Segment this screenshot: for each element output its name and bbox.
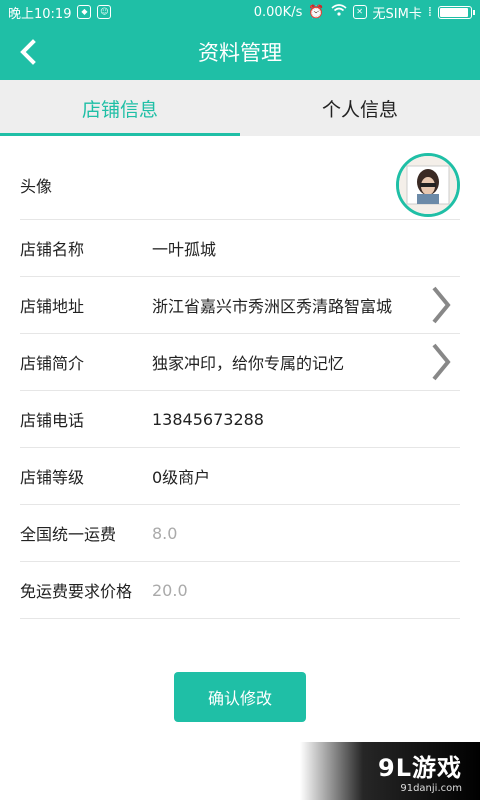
avatar[interactable] (396, 153, 460, 217)
chevron-right-icon[interactable] (430, 285, 452, 325)
sim-status: 无SIM卡 (372, 6, 422, 22)
page-title: 资料管理 (198, 41, 282, 65)
watermark-site: 91danji.com (400, 783, 462, 794)
form-row-free-shipping-threshold[interactable]: 免运费要求价格 20.0 (20, 562, 460, 619)
android-icon: ☺ (97, 5, 112, 19)
field-label: 店铺名称 (20, 240, 85, 259)
tab-label: 店铺信息 (81, 98, 158, 121)
status-bar: 晚上10:19 ◆ ☺ 0.00K/s ⏰ ✕ 无SIM卡 ⁞ (0, 0, 480, 24)
status-time: 晚上10:19 (8, 6, 72, 22)
form-row-shop-phone[interactable]: 店铺电话 13845673288 (20, 391, 460, 448)
back-button[interactable] (8, 32, 48, 72)
shop-name-value: 一叶孤城 (152, 240, 217, 259)
form-row-shop-address[interactable]: 店铺地址 浙江省嘉兴市秀洲区秀清路智富城 (20, 277, 460, 334)
watermark: 9L游戏 91danji.com (300, 742, 480, 800)
field-label: 店铺等级 (20, 468, 85, 487)
shop-address-value: 浙江省嘉兴市秀洲区秀清路智富城 (152, 297, 393, 316)
confirm-edit-button[interactable]: 确认修改 (174, 672, 306, 722)
form-row-shop-level: 店铺等级 0级商户 (20, 448, 460, 505)
field-label: 店铺简介 (20, 354, 85, 373)
tab-shop-info[interactable]: 店铺信息 (0, 80, 240, 136)
wifi-icon (331, 4, 347, 20)
signal-icon: ⁞ (427, 4, 432, 20)
watermark-logo: 9L游戏 (378, 754, 462, 782)
confirm-edit-label: 确认修改 (207, 689, 272, 708)
tab-label: 个人信息 (321, 98, 398, 121)
tab-personal-info[interactable]: 个人信息 (240, 80, 480, 136)
chevron-right-icon[interactable] (430, 342, 452, 382)
shop-info-form: 头像 店铺名称 一叶孤城 店铺地址 浙江省嘉兴市秀洲区秀清路智富城 店铺简介 独… (20, 150, 460, 619)
shop-level-value: 0级商户 (152, 468, 211, 487)
battery-icon (438, 5, 475, 19)
field-label: 店铺地址 (20, 297, 85, 316)
avatar-row[interactable]: 头像 (20, 150, 460, 220)
shipping-fee-input[interactable]: 8.0 (152, 524, 177, 543)
shield-icon: ◆ (77, 5, 92, 19)
back-arrow-icon (20, 39, 36, 65)
free-shipping-threshold-input[interactable]: 20.0 (152, 581, 188, 600)
form-row-shipping-fee[interactable]: 全国统一运费 8.0 (20, 505, 460, 562)
alarm-icon: ⏰ (308, 4, 325, 20)
tab-bar: 店铺信息 个人信息 (0, 80, 480, 136)
form-row-shop-name[interactable]: 店铺名称 一叶孤城 (20, 220, 460, 277)
field-label: 店铺电话 (20, 411, 85, 430)
field-label: 全国统一运费 (20, 525, 117, 544)
avatar-label: 头像 (20, 176, 53, 196)
form-row-shop-intro[interactable]: 店铺简介 独家冲印，给你专属的记忆 (20, 334, 460, 391)
shop-phone-value: 13845673288 (152, 409, 264, 429)
shop-intro-value: 独家冲印，给你专属的记忆 (152, 354, 345, 373)
field-label: 免运费要求价格 (20, 582, 133, 601)
no-sim-icon: ✕ (352, 5, 367, 19)
title-bar: 资料管理 (0, 24, 480, 80)
network-speed: 0.00K/s (253, 4, 303, 20)
